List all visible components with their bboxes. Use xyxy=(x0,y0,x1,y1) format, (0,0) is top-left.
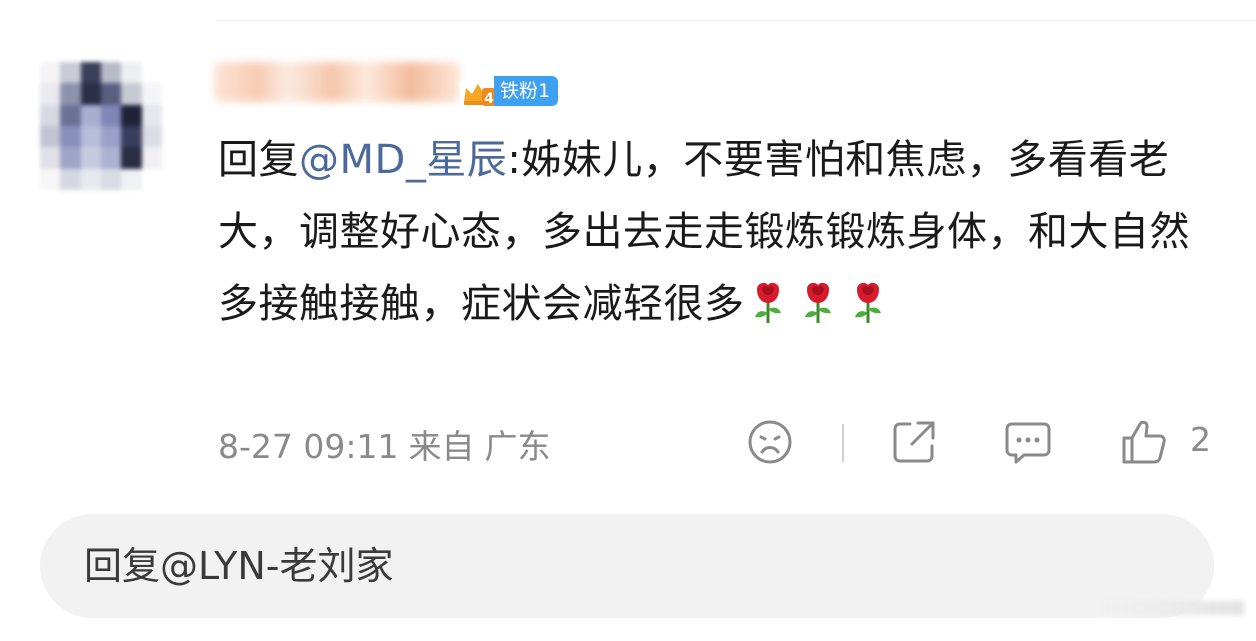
comment-meta: 8-27 09:11 来自 广东 xyxy=(218,420,561,468)
blurred-edge xyxy=(1094,601,1244,615)
sad-face-icon[interactable] xyxy=(744,416,796,468)
comment-bubble-icon[interactable] xyxy=(1002,416,1054,468)
rose-emoji xyxy=(745,276,791,323)
rose-emoji xyxy=(795,276,841,323)
comment-text: 回复@MD_星辰:姊妹儿，不要害怕和焦虑，多看看老大，调整好心态，多出去走走锻炼… xyxy=(218,124,1218,340)
vip-level: 4 xyxy=(484,91,494,107)
action-separator xyxy=(842,424,844,462)
reply-prefix: 回复 xyxy=(218,137,299,183)
avatar[interactable] xyxy=(40,62,162,190)
mention-link[interactable]: @MD_星辰 xyxy=(299,137,507,183)
location: 广东 xyxy=(484,427,551,466)
reply-placeholder: 回复@LYN-老刘家 xyxy=(84,544,394,588)
comment-card: 4 铁粉1 回复@MD_星辰:姊妹儿，不要害怕和焦虑，多看看老大，调整好心态，多… xyxy=(0,0,1256,641)
source-label: 来自 xyxy=(408,427,475,466)
share-icon[interactable] xyxy=(888,416,940,468)
thumbs-up-icon[interactable] xyxy=(1118,416,1170,468)
timestamp: 8-27 09:11 xyxy=(218,427,399,466)
reply-input[interactable]: 回复@LYN-老刘家 xyxy=(40,514,1214,618)
vip-crown-icon: 4 xyxy=(460,78,498,108)
username-blurred[interactable] xyxy=(214,62,460,102)
fan-badge[interactable]: 铁粉1 xyxy=(494,76,559,106)
rose-emoji xyxy=(845,276,891,323)
divider xyxy=(216,20,1256,21)
like-count: 2 xyxy=(1190,420,1211,459)
